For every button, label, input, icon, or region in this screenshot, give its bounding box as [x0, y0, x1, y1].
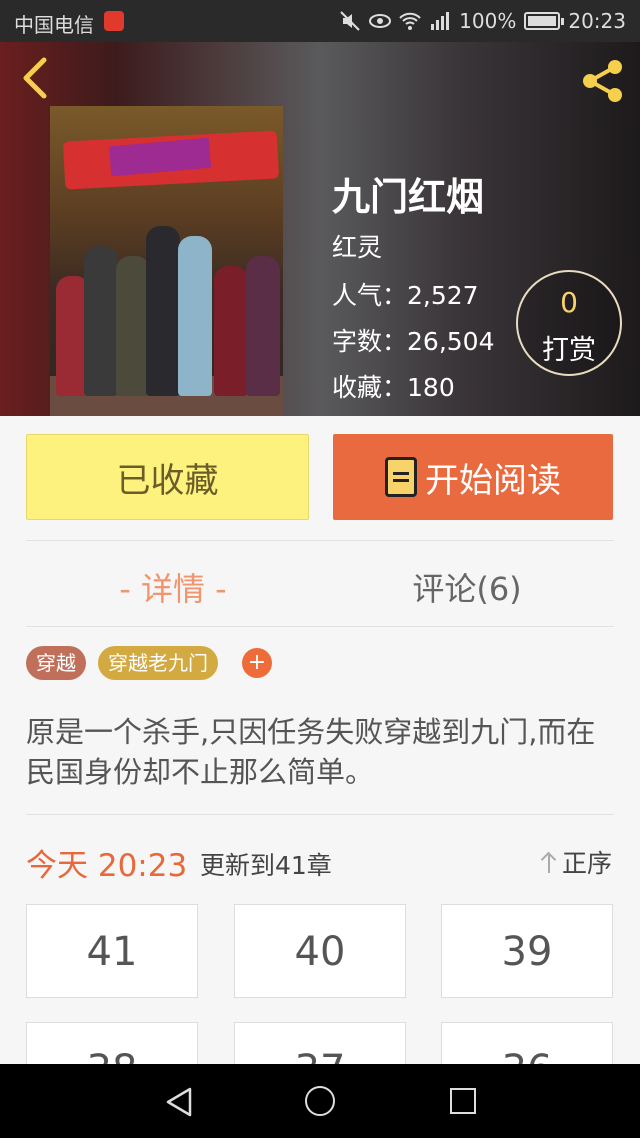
battery-icon	[524, 12, 565, 30]
tab-detail[interactable]: - 详情 -	[26, 564, 320, 610]
book-detail-content: 已收藏 开始阅读 - 详情 - 评论(6) 穿越 穿越老九门 + 原是一个杀手,…	[0, 416, 640, 1116]
popularity-value: 2,527	[407, 281, 479, 310]
mute-icon	[340, 11, 360, 31]
book-author[interactable]: 红灵	[332, 228, 382, 264]
word-count-value: 26,504	[407, 327, 495, 356]
status-icons: 100% 20:23	[339, 9, 626, 33]
cover-figure	[246, 256, 280, 396]
start-reading-button[interactable]: 开始阅读	[333, 434, 613, 520]
clock: 20:23	[568, 9, 626, 33]
cover-figure	[214, 266, 248, 396]
favorited-button[interactable]: 已收藏	[26, 434, 309, 520]
favorites-value: 180	[407, 373, 455, 402]
tab-comments[interactable]: 评论(6)	[320, 564, 614, 610]
chapter-button[interactable]: 40	[234, 904, 406, 998]
wifi-icon	[399, 12, 421, 30]
book-title: 九门红烟	[332, 175, 485, 219]
book-cover[interactable]	[50, 106, 283, 416]
carrier-name: 中国电信	[14, 13, 94, 37]
book-icon	[385, 457, 417, 497]
sort-toggle[interactable]: 正序	[540, 844, 612, 880]
share-icon[interactable]	[578, 56, 628, 106]
chapter-button[interactable]: 39	[441, 904, 613, 998]
nav-home-icon[interactable]	[305, 1086, 335, 1116]
divider	[26, 540, 614, 541]
popularity-stat: 人气：2,527	[332, 276, 479, 312]
divider	[26, 626, 614, 627]
signal-icon	[431, 12, 450, 30]
cover-figure	[116, 256, 150, 396]
eye-icon	[369, 14, 392, 28]
favorited-label: 已收藏	[116, 460, 219, 501]
tag-chip[interactable]: 穿越	[26, 646, 86, 680]
nav-recents-icon[interactable]	[450, 1088, 476, 1114]
add-tag-button[interactable]: +	[242, 648, 272, 678]
cover-figure	[84, 246, 118, 396]
divider	[26, 814, 614, 815]
start-reading-label: 开始阅读	[425, 460, 561, 501]
book-header: 九门红烟 红灵 人气：2,527 字数：26,504 收藏：180 0 打赏	[0, 42, 640, 416]
favorites-label: 收藏：	[332, 373, 408, 402]
chevron-left-icon[interactable]	[18, 56, 52, 100]
tip-label: 打赏	[542, 335, 596, 366]
word-count-stat: 字数：26,504	[332, 322, 495, 358]
arrow-up-icon	[540, 851, 558, 873]
word-count-label: 字数：	[332, 327, 408, 356]
cover-figure	[178, 236, 212, 396]
sort-label: 正序	[561, 849, 612, 878]
tip-count: 0	[560, 286, 578, 319]
battery-percent: 100%	[459, 9, 517, 33]
tag-chip[interactable]: 穿越老九门	[98, 646, 218, 680]
book-summary: 原是一个杀手,只因任务失败穿越到九门,而在民国身份却不止那么简单。	[26, 715, 596, 789]
update-time: 今天 20:23	[26, 848, 188, 884]
cover-figure	[146, 226, 180, 396]
favorites-stat: 收藏：180	[332, 368, 455, 404]
system-nav-bar	[0, 1064, 640, 1138]
nav-back-icon[interactable]	[164, 1086, 194, 1118]
update-text: 更新到41章	[200, 851, 332, 880]
popularity-label: 人气：	[332, 281, 408, 310]
tip-button[interactable]: 0 打赏	[516, 270, 622, 376]
status-bar: 中国电信 100% 20:23	[0, 0, 640, 42]
carrier-badge-icon	[104, 11, 124, 31]
chapter-button[interactable]: 41	[26, 904, 198, 998]
